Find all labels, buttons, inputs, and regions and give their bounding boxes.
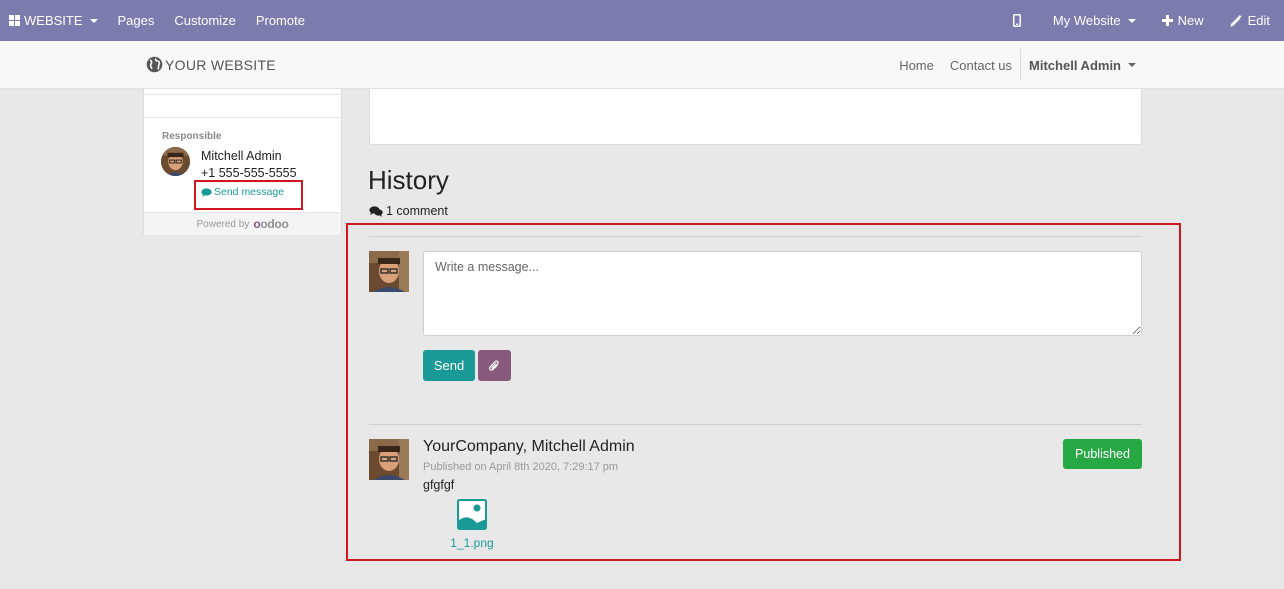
new-button[interactable]: New	[1152, 0, 1220, 41]
website-menu-label: WEBSITE	[24, 13, 83, 28]
edit-label: Edit	[1247, 13, 1270, 28]
divider	[144, 94, 341, 95]
pages-menu[interactable]: Pages	[108, 0, 165, 41]
mobile-icon	[1012, 14, 1021, 27]
admin-bar-left: WEBSITE Pages Customize Promote	[0, 0, 315, 41]
responsible-avatar	[161, 147, 190, 176]
responsible-name: Mitchell Admin	[201, 149, 282, 163]
odoo-logo[interactable]: oodoo	[253, 217, 288, 231]
promote-menu[interactable]: Promote	[246, 0, 315, 41]
site-logo[interactable]: YOUR WEBSITE	[146, 56, 276, 73]
responsible-card: Responsible Mitchell Admin +1 555-555-55…	[143, 89, 342, 235]
responsible-label: Responsible	[162, 131, 222, 142]
edit-button[interactable]: Edit	[1220, 0, 1280, 41]
nav-link-contact[interactable]: Contact us	[942, 58, 1020, 73]
globe-icon	[146, 56, 163, 73]
divider	[144, 117, 341, 118]
pencil-icon	[1230, 14, 1242, 26]
admin-top-bar: WEBSITE Pages Customize Promote My Websi…	[0, 0, 1284, 41]
powered-by-label: Powered by	[196, 218, 250, 230]
powered-by-footer: Powered by oodoo	[144, 212, 341, 235]
site-nav-links: Home Contact us Mitchell Admin	[891, 41, 1144, 89]
my-website-label: My Website	[1052, 13, 1121, 28]
caret-down-icon	[89, 18, 98, 23]
my-website-menu[interactable]: My Website	[1043, 0, 1152, 41]
admin-bar-right: My Website New Edit	[1003, 0, 1284, 41]
apps-grid-icon	[9, 15, 20, 26]
highlight-box	[346, 223, 1181, 561]
new-label: New	[1177, 13, 1204, 28]
logo-text: YOUR WEBSITE	[165, 56, 276, 73]
nav-link-home[interactable]: Home	[891, 58, 942, 73]
comments-icon	[369, 205, 383, 217]
customize-menu[interactable]: Customize	[164, 0, 245, 41]
user-menu[interactable]: Mitchell Admin	[1020, 49, 1144, 81]
comment-count-label: 1 comment	[386, 204, 448, 218]
highlight-box	[194, 180, 303, 210]
comment-count: 1 comment	[369, 204, 448, 218]
content-card	[369, 89, 1142, 145]
mobile-preview-button[interactable]	[1003, 0, 1043, 41]
history-title: History	[368, 165, 449, 195]
caret-down-icon	[1127, 18, 1136, 23]
odoo-logo-text: odoo	[260, 217, 289, 231]
website-app-menu[interactable]: WEBSITE	[0, 0, 108, 41]
user-name: Mitchell Admin	[1029, 57, 1121, 73]
responsible-phone: +1 555-555-5555	[201, 166, 297, 180]
website-navbar: YOUR WEBSITE Home Contact us Mitchell Ad…	[0, 41, 1284, 89]
plus-icon	[1161, 15, 1173, 26]
caret-down-icon	[1128, 63, 1136, 67]
